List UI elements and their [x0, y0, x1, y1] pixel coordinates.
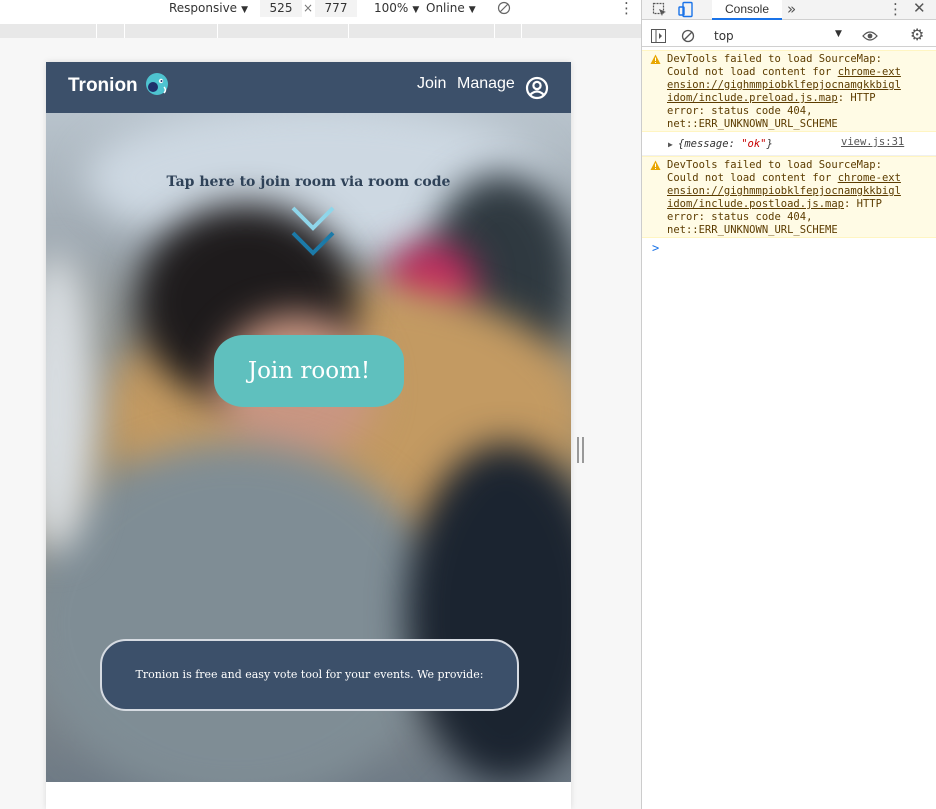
hero-section: Tap here to join room via room code Join… [46, 113, 571, 782]
width-input[interactable]: 525 [260, 0, 302, 17]
console-warning: DevTools failed to load SourceMap: Could… [642, 156, 936, 238]
zoom-select[interactable]: 100% ▼ [374, 1, 419, 15]
zoom-label: 100% [374, 1, 409, 15]
sourcemap-link[interactable]: ension://gighmmpiobklfepjocnamgkkbigl [667, 79, 901, 91]
context-caret-icon[interactable]: ▼ [835, 29, 842, 39]
device-caret-icon: ▼ [241, 5, 248, 15]
nav-join-link[interactable]: Join [417, 75, 446, 93]
sourcemap-link[interactable]: chrome-ext [838, 172, 901, 184]
resize-handle[interactable] [577, 437, 584, 463]
device-select[interactable]: Responsive ▼ [169, 1, 248, 15]
log-object[interactable]: {message: "ok"} [678, 138, 773, 151]
source-link[interactable]: view.js:31 [841, 136, 904, 149]
device-toolbar: Responsive ▼ 525 × 777 100% ▼ Online ▼ ⋮ [0, 0, 641, 18]
user-account-icon[interactable] [525, 76, 549, 100]
more-tabs-icon[interactable]: » [787, 0, 796, 18]
media-query-ruler [0, 24, 641, 38]
info-card: Tronion is free and easy vote tool for y… [100, 639, 519, 711]
eye-icon[interactable] [862, 30, 878, 42]
tronion-logo-icon [146, 73, 168, 95]
console-warning: DevTools failed to load SourceMap: Could… [642, 50, 936, 132]
warning-icon [650, 54, 661, 64]
height-input[interactable]: 777 [315, 0, 357, 17]
sourcemap-link[interactable]: chrome-ext [838, 66, 901, 78]
sourcemap-link[interactable]: ension://gighmmpiobklfepjocnamgkkbigl [667, 185, 901, 197]
network-label: Online [426, 1, 465, 15]
tab-console[interactable]: Console [712, 0, 782, 20]
sidebar-toggle-icon[interactable] [651, 29, 666, 43]
devtools-menu-icon[interactable]: ⋮ [888, 0, 903, 18]
clear-console-icon[interactable] [681, 29, 695, 43]
brand-name[interactable]: Tronion [68, 75, 138, 97]
navbar: Tronion Join Manage [46, 62, 571, 113]
warning-message-text: DevTools failed to load SourceMap: Could… [667, 53, 901, 130]
warning-icon [650, 160, 661, 170]
settings-gear-icon[interactable]: ⚙ [910, 25, 924, 44]
inspect-element-icon[interactable] [652, 2, 668, 18]
device-select-label: Responsive [169, 1, 238, 15]
more-options-icon[interactable]: ⋮ [619, 0, 634, 16]
console-prompt[interactable]: > [652, 241, 659, 255]
emulated-page: Tronion Join Manage Tap here to join roo… [46, 62, 571, 809]
zoom-caret-icon: ▼ [412, 5, 420, 15]
console-toolbar: top ▼ ⚙ [642, 25, 936, 47]
nav-manage-link[interactable]: Manage [457, 75, 515, 93]
tap-to-join-hint[interactable]: Tap here to join room via room code [46, 174, 571, 190]
device-toolbar-toggle-icon[interactable] [678, 1, 694, 18]
sourcemap-link[interactable]: idom/include.postload.js.map [667, 198, 844, 210]
network-caret-icon: ▼ [468, 5, 476, 15]
devtools-panel: Console » ⋮ ✕ top ▼ ⚙ DevTools failed to… [641, 0, 936, 809]
dimension-separator: × [303, 1, 314, 15]
sourcemap-link[interactable]: idom/include.preload.js.map [667, 92, 838, 104]
context-select[interactable]: top [714, 29, 734, 43]
devtools-tabbar: Console » ⋮ ✕ [642, 0, 936, 20]
close-icon[interactable]: ✕ [913, 0, 926, 17]
network-select[interactable]: Online ▼ [426, 1, 476, 15]
console-log-entry: ▶ {message: "ok"} view.js:31 [642, 134, 936, 156]
expand-triangle-icon[interactable]: ▶ [668, 138, 673, 151]
join-room-button[interactable]: Join room! [214, 335, 404, 407]
chevron-down-icon[interactable] [290, 205, 336, 263]
rotate-icon[interactable] [497, 1, 511, 15]
warning-message-text: DevTools failed to load SourceMap: Could… [667, 159, 901, 236]
